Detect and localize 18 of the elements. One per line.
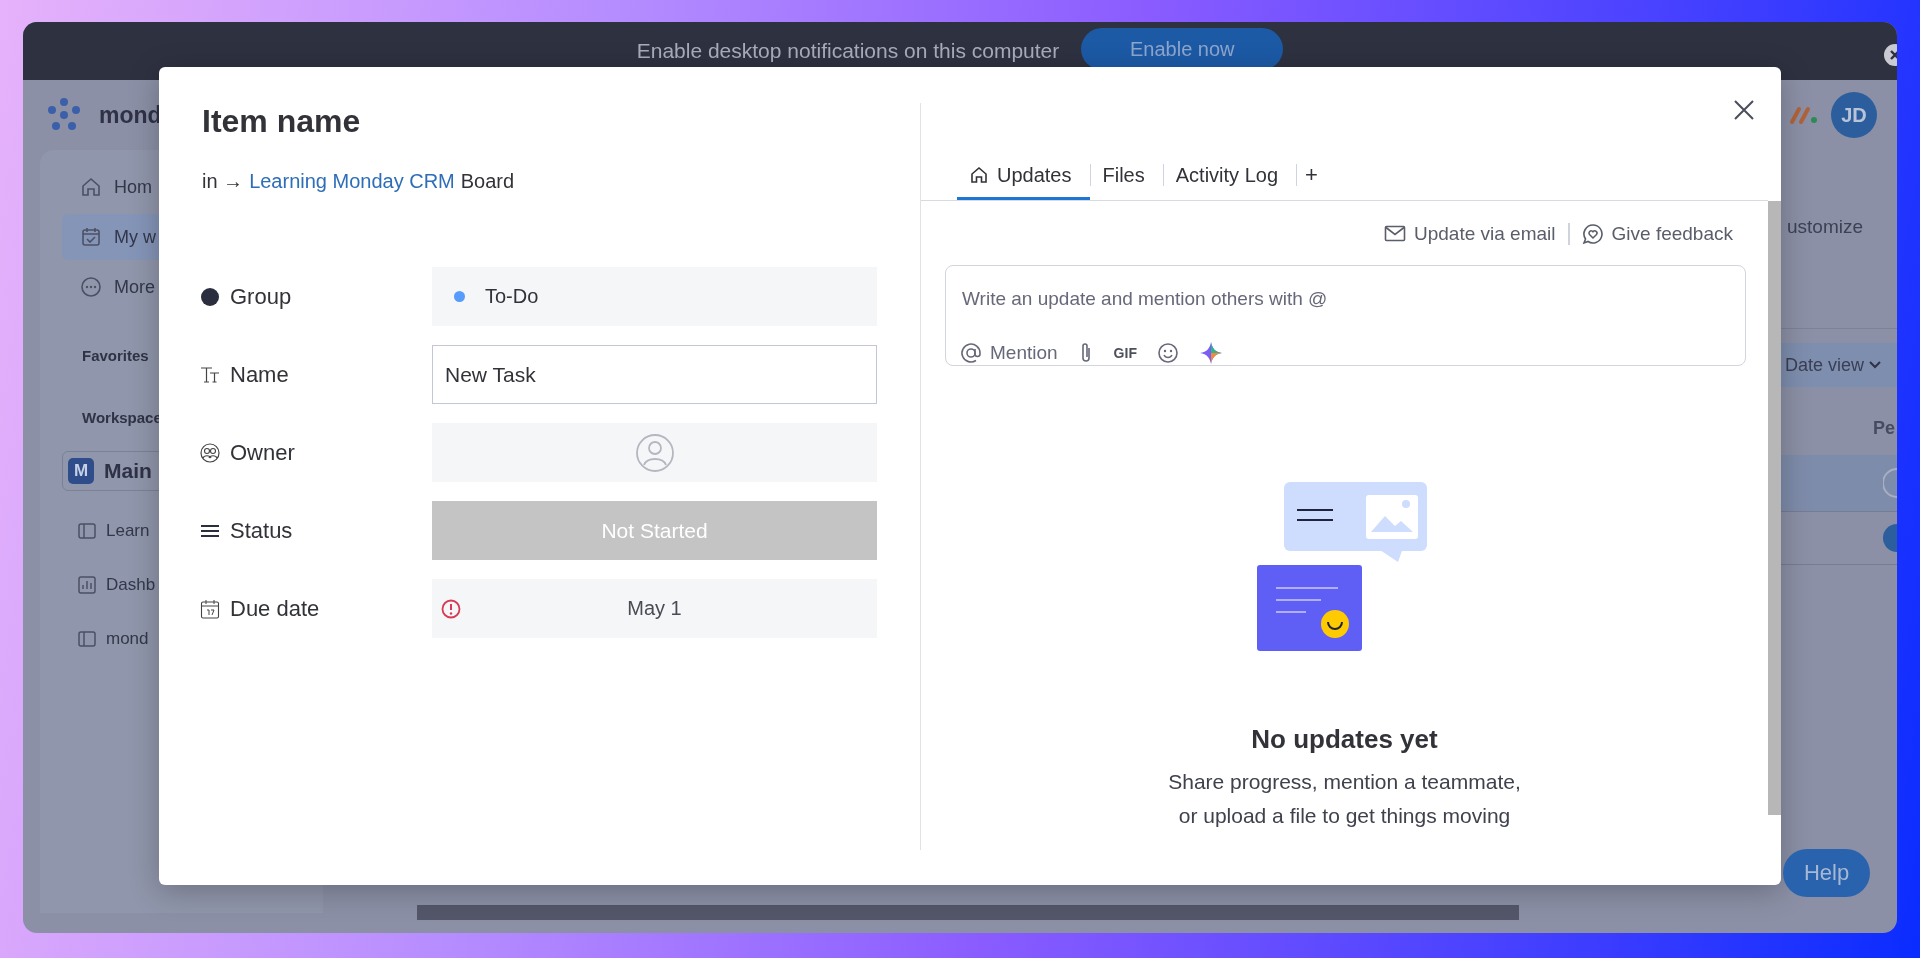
breadcrumb-prefix: in → (202, 170, 244, 193)
section-heading: Favorites (81, 347, 149, 364)
field-label: Status (230, 517, 293, 544)
logo-text: mond (99, 101, 162, 129)
workspace-icon: M (68, 458, 94, 484)
workspace-name: Main (104, 459, 152, 483)
empty-state-text: Share progress, mention a teammate, or upload a file to get things moving (1168, 769, 1521, 829)
section-heading: Workspace (81, 409, 162, 426)
field-label: Group (230, 283, 292, 310)
field-label: Due date (230, 595, 320, 622)
customize-label: ustomize (1786, 216, 1863, 238)
item-title: Item name (202, 103, 362, 140)
breadcrumb-suffix: Board (460, 170, 515, 193)
field-label: Name (230, 361, 289, 388)
column-header: Pe (1873, 418, 1897, 439)
empty-state-title: No updates yet (1251, 724, 1438, 755)
field-label: Owner (230, 439, 295, 466)
banner-text: Enable desktop notifications on this computer (636, 39, 1060, 63)
